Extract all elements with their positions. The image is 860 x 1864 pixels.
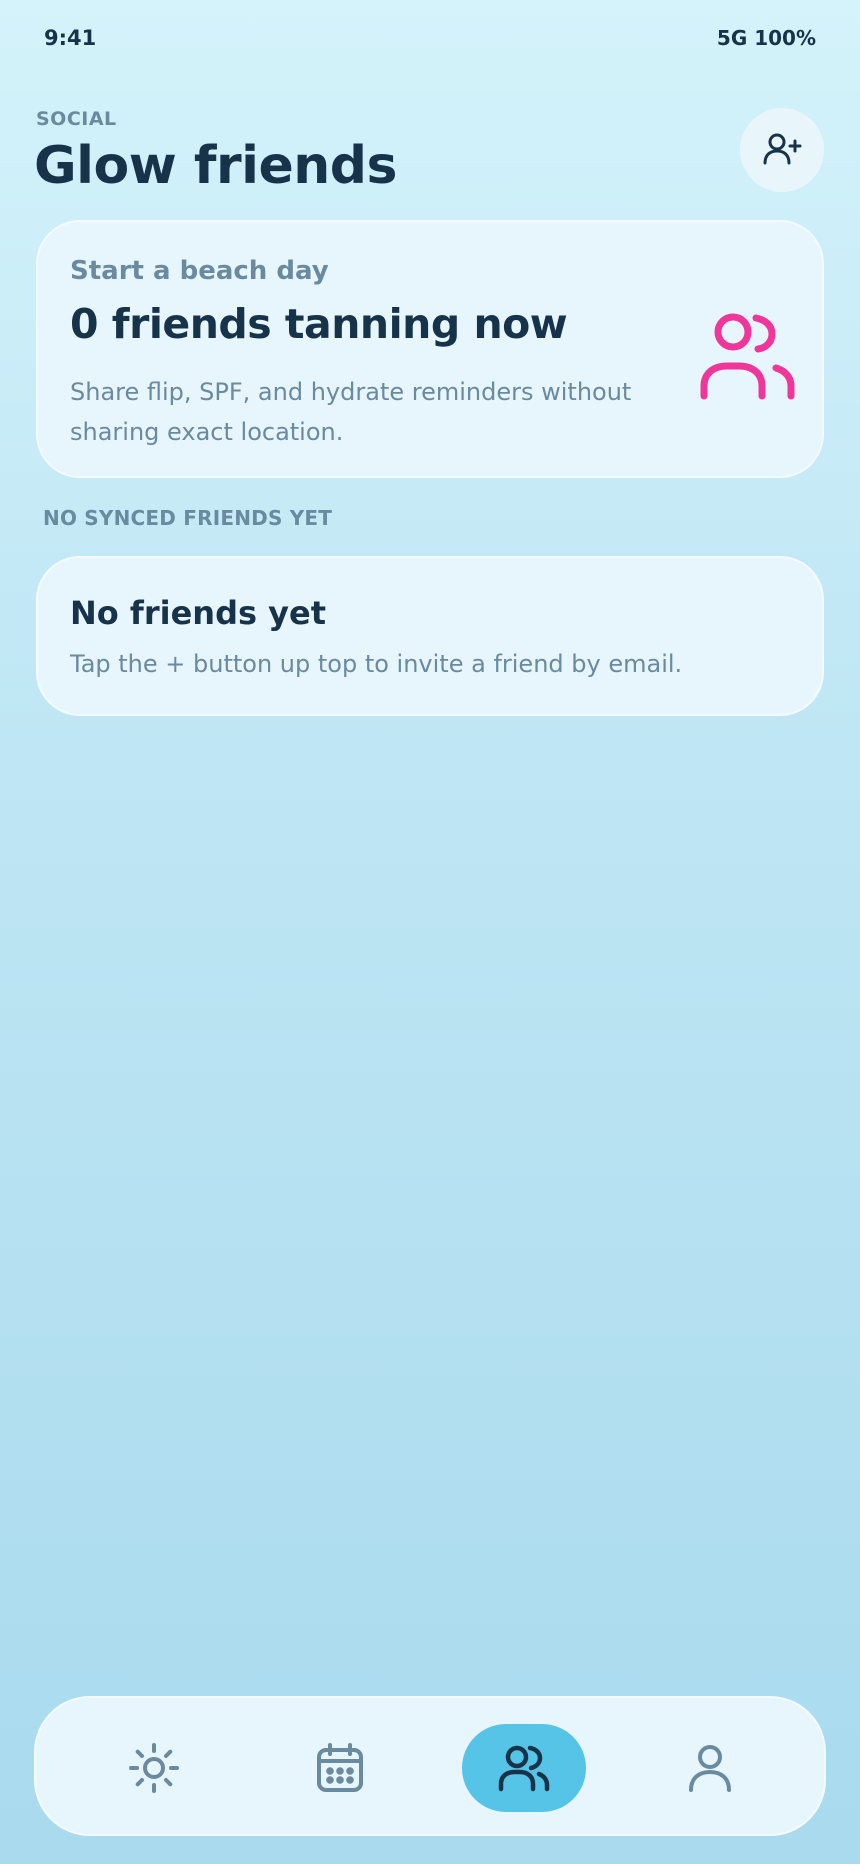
- empty-state-card: No friends yet Tap the + button up top t…: [36, 556, 824, 716]
- empty-state-title: No friends yet: [70, 594, 327, 632]
- user-plus-icon: [763, 133, 802, 165]
- empty-state-description: Tap the + button up top to invite a frie…: [70, 650, 683, 678]
- user-icon: [689, 1745, 731, 1792]
- beach-day-card: Start a beach day 0 friends tanning now …: [36, 220, 824, 478]
- section-label: NO SYNCED FRIENDS YET: [43, 506, 333, 530]
- sun-icon: [129, 1743, 179, 1793]
- status-time: 9:41: [44, 26, 97, 50]
- status-bar: 9:41 5G 100%: [0, 0, 860, 80]
- tab-profile[interactable]: [648, 1724, 772, 1812]
- tab-today[interactable]: [92, 1724, 216, 1812]
- calendar-icon: [317, 1743, 363, 1792]
- tab-friends[interactable]: [462, 1724, 586, 1812]
- page-title: Glow friends: [34, 136, 397, 196]
- card-eyebrow: Start a beach day: [70, 256, 329, 286]
- bottom-tab-bar: [34, 1696, 826, 1836]
- add-friend-button[interactable]: [740, 108, 824, 192]
- section-eyebrow: SOCIAL: [36, 108, 117, 130]
- users-icon: [498, 1745, 550, 1792]
- friends-tanning-count: 0 friends tanning now: [70, 300, 568, 348]
- status-network-battery: 5G 100%: [716, 26, 816, 50]
- users-icon: [700, 313, 795, 400]
- tab-calendar[interactable]: [278, 1724, 402, 1812]
- card-description: Share flip, SPF, and hydrate reminders w…: [70, 378, 632, 446]
